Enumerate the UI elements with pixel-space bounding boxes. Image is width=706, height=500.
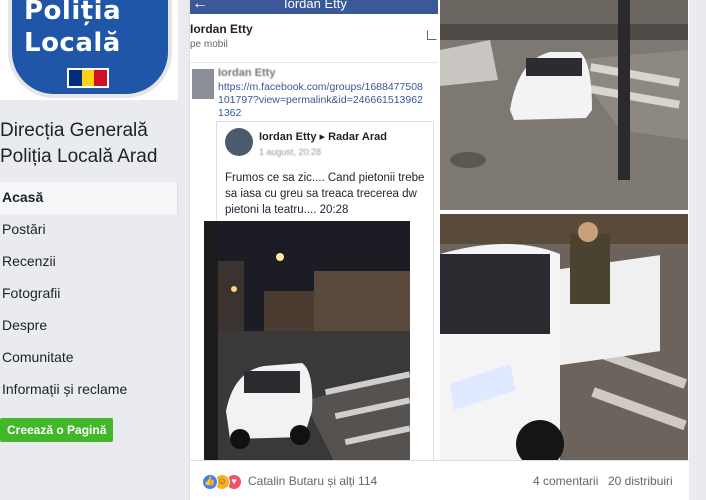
reactions-count[interactable]: Catalin Butaru și alți 114 (248, 474, 377, 488)
comments-count[interactable]: 4 comentarii (533, 474, 598, 488)
logo-text-line1: Poliția (24, 0, 122, 26)
inner-group-name: Radar Arad (328, 131, 387, 143)
screenshot-topbar: ← Iordan Etty (190, 0, 438, 14)
post-card: ← Iordan Etty Iordan Etty pe mobil Iorda… (189, 0, 690, 500)
car-on-crossing-photo (440, 0, 688, 210)
like-reaction-icon: 👍 (202, 474, 218, 490)
screenshot-subtitle: pe mobil (190, 39, 228, 50)
screenshot-topbar-name: Iordan Etty (284, 0, 347, 11)
inner-post-text: Frumos ce sa zic.... Cand pietonii trebe… (225, 172, 425, 216)
back-arrow-icon: ← (192, 0, 208, 12)
screenshot-shared-name: Iordan Etty (218, 67, 276, 79)
nav-item-home[interactable]: Acasă (0, 182, 178, 214)
nav-item-about[interactable]: Despre (0, 310, 178, 342)
nav-item-posts[interactable]: Postări (0, 214, 178, 246)
page-title[interactable]: Direcția Generală Poliția Locală Arad (0, 118, 186, 170)
avatar (225, 128, 253, 156)
share-icon (427, 30, 437, 40)
screenshot-link: https://m.facebook.com/groups/1688477508… (218, 81, 423, 119)
inner-post-photo (204, 221, 410, 460)
page-logo[interactable]: Poliția Locală (0, 0, 178, 100)
flag-icon (67, 68, 109, 88)
left-sidebar: Poliția Locală Direcția Generală Poliția… (0, 0, 186, 500)
inner-post-author: Iordan Etty ▸ Radar Arad (259, 130, 387, 143)
avatar (192, 69, 214, 99)
post-photo-bottom[interactable] (440, 214, 688, 460)
post-photo-top[interactable] (440, 0, 688, 210)
logo-text-line2: Locală (24, 28, 121, 58)
screenshot-author: Iordan Etty (190, 22, 253, 36)
page-nav: Acasă Postări Recenzii Fotografii Despre… (0, 182, 178, 406)
nav-item-info-ads[interactable]: Informații și reclame (0, 374, 178, 406)
create-page-button[interactable]: Creează o Pagină (0, 418, 114, 442)
car-door-open-photo (440, 214, 688, 460)
shares-count[interactable]: 20 distribuiri (608, 474, 673, 488)
inner-author-name: Iordan Etty (259, 131, 317, 143)
nav-item-photos[interactable]: Fotografii (0, 278, 178, 310)
post-stats-bar: 👍 ☺ ♥ Catalin Butaru și alți 114 4 comen… (190, 460, 690, 500)
arrow-right-icon: ▸ (319, 131, 326, 143)
screenshot-shared-post: Iordan Etty https://m.facebook.com/group… (190, 62, 438, 460)
inner-post-meta: 1 august, 20:28 (259, 147, 322, 157)
nav-item-community[interactable]: Comunitate (0, 342, 178, 374)
night-street-photo (204, 221, 410, 460)
post-photo-screenshot[interactable]: ← Iordan Etty Iordan Etty pe mobil Iorda… (190, 0, 438, 460)
nav-item-reviews[interactable]: Recenzii (0, 246, 178, 278)
photo-grid: ← Iordan Etty Iordan Etty pe mobil Iorda… (190, 0, 690, 460)
